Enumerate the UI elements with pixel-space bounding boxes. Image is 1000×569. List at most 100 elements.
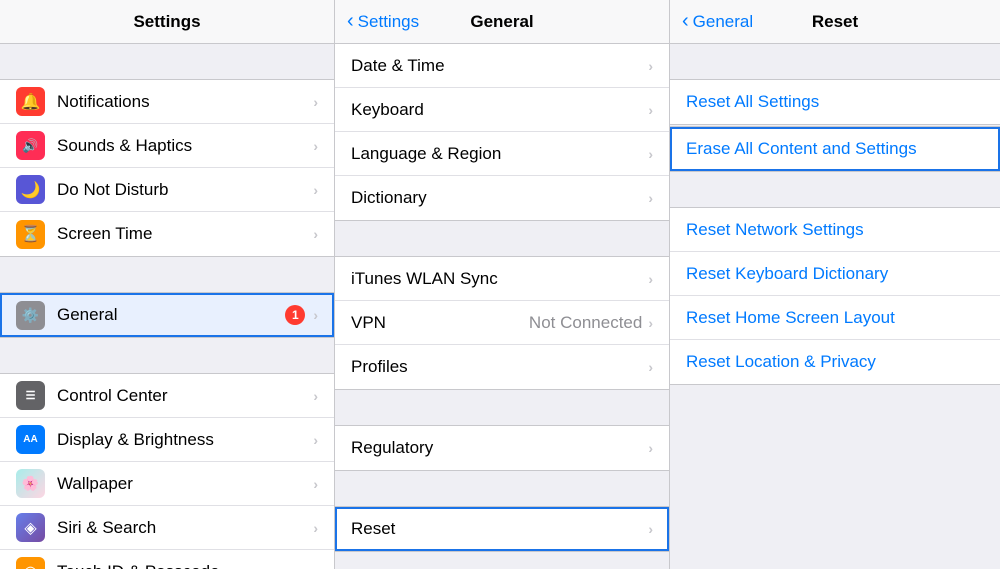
general-item-regulatory[interactable]: Regulatory › [335, 426, 669, 470]
wallpaper-label: Wallpaper [57, 474, 313, 494]
general-icon: ⚙️ [16, 301, 45, 330]
regulatory-label: Regulatory [351, 438, 648, 458]
general-item-keyboard[interactable]: Keyboard › [335, 88, 669, 132]
vpn-value: Not Connected [529, 313, 642, 333]
chevron-icon: › [648, 359, 653, 375]
reset-label: Reset [351, 519, 648, 539]
sidebar-item-wallpaper[interactable]: 🌸 Wallpaper › [0, 462, 334, 506]
displaybrightness-label: Display & Brightness [57, 430, 313, 450]
datetime-label: Date & Time [351, 56, 648, 76]
resethome-label: Reset Home Screen Layout [686, 308, 895, 328]
general-item-languageregion[interactable]: Language & Region › [335, 132, 669, 176]
reset-item-resetlocation[interactable]: Reset Location & Privacy [670, 340, 1000, 384]
dictionary-label: Dictionary [351, 188, 648, 208]
notifications-label: Notifications [57, 92, 313, 112]
general-back-button[interactable]: ‹ Settings [347, 10, 419, 33]
chevron-icon: › [648, 190, 653, 206]
resetall-label: Reset All Settings [686, 92, 819, 112]
controlcenter-icon: ☰ [16, 381, 45, 410]
general-item-reset[interactable]: Reset › [335, 507, 669, 551]
chevron-icon: › [313, 564, 318, 569]
sounds-icon: 🔊 [16, 131, 45, 160]
sidebar-item-controlcenter[interactable]: ☰ Control Center › [0, 374, 334, 418]
chevron-icon: › [313, 388, 318, 404]
reset-scroll: Reset All Settings Erase All Content and… [670, 44, 1000, 569]
reset-item-resetall[interactable]: Reset All Settings [670, 80, 1000, 124]
donotdisturb-icon: 🌙 [16, 175, 45, 204]
resetkeyboard-label: Reset Keyboard Dictionary [686, 264, 888, 284]
chevron-icon: › [313, 432, 318, 448]
reset-spacer2 [670, 172, 1000, 207]
general-item-profiles[interactable]: Profiles › [335, 345, 669, 389]
sidebar-item-siri[interactable]: ◈ Siri & Search › [0, 506, 334, 550]
sidebar-item-notifications[interactable]: 🔔 Notifications › [0, 80, 334, 124]
reset-item-resetnetwork[interactable]: Reset Network Settings [670, 208, 1000, 252]
general-item-dictionary[interactable]: Dictionary › [335, 176, 669, 220]
chevron-icon: › [313, 138, 318, 154]
chevron-icon: › [313, 182, 318, 198]
screentime-label: Screen Time [57, 224, 313, 244]
sidebar-item-touchid[interactable]: ◉ Touch ID & Passcode › [0, 550, 334, 569]
general-item-datetime[interactable]: Date & Time › [335, 44, 669, 88]
reset-spacer-top [670, 44, 1000, 79]
settings-column: Settings 🔔 Notifications › 🔊 Sounds & Ha… [0, 0, 335, 569]
back-arrow-icon: ‹ [682, 10, 689, 33]
general-scroll: Date & Time › Keyboard › Language & Regi… [335, 44, 669, 569]
touchid-icon: ◉ [16, 557, 45, 569]
general-item-ituneswlan[interactable]: iTunes WLAN Sync › [335, 257, 669, 301]
reset-back-label: General [693, 12, 753, 32]
chevron-icon: › [313, 476, 318, 492]
sidebar-item-donotdisturb[interactable]: 🌙 Do Not Disturb › [0, 168, 334, 212]
notifications-icon: 🔔 [16, 87, 45, 116]
spacer4 [335, 552, 669, 569]
back-arrow-icon: ‹ [347, 10, 354, 33]
general-navbar: ‹ Settings General [335, 0, 669, 44]
reset-back-button[interactable]: ‹ General [682, 10, 753, 33]
reset-item-resethome[interactable]: Reset Home Screen Layout [670, 296, 1000, 340]
chevron-icon: › [313, 226, 318, 242]
settings-title: Settings [133, 12, 200, 32]
settings-group2: ⚙️ General 1 › [0, 292, 334, 338]
settings-scroll: 🔔 Notifications › 🔊 Sounds & Haptics › 🌙… [0, 44, 334, 569]
general-column: ‹ Settings General Date & Time › Keyboar… [335, 0, 670, 569]
touchid-label: Touch ID & Passcode [57, 562, 313, 569]
reset-column: ‹ General Reset Reset All Settings Erase… [670, 0, 1000, 569]
reset-item-eraseall[interactable]: Erase All Content and Settings [670, 127, 1000, 171]
vpn-label: VPN [351, 313, 529, 333]
chevron-icon: › [648, 521, 653, 537]
languageregion-label: Language & Region [351, 144, 648, 164]
reset-group1: Reset All Settings [670, 79, 1000, 125]
sidebar-item-displaybrightness[interactable]: AA Display & Brightness › [0, 418, 334, 462]
general-label: General [57, 305, 285, 325]
sidebar-item-general[interactable]: ⚙️ General 1 › [0, 293, 334, 337]
ituneswlan-label: iTunes WLAN Sync [351, 269, 648, 289]
reset-group3: Reset Network Settings Reset Keyboard Di… [670, 207, 1000, 385]
eraseall-label: Erase All Content and Settings [686, 139, 917, 159]
chevron-icon: › [648, 146, 653, 162]
spacer3 [335, 471, 669, 506]
reset-navbar: ‹ General Reset [670, 0, 1000, 44]
reset-title: Reset [812, 12, 858, 32]
resetnetwork-label: Reset Network Settings [686, 220, 864, 240]
donotdisturb-label: Do Not Disturb [57, 180, 313, 200]
keyboard-label: Keyboard [351, 100, 648, 120]
general-back-label: Settings [358, 12, 419, 32]
reset-item-resetkeyboard[interactable]: Reset Keyboard Dictionary [670, 252, 1000, 296]
resetlocation-label: Reset Location & Privacy [686, 352, 876, 372]
general-group-top: Date & Time › Keyboard › Language & Regi… [335, 44, 669, 221]
chevron-icon: › [313, 94, 318, 110]
general-group-reset: Reset › [335, 506, 669, 552]
general-badge: 1 [285, 305, 305, 325]
chevron-icon: › [648, 102, 653, 118]
general-title: General [470, 12, 533, 32]
sidebar-item-screentime[interactable]: ⏳ Screen Time › [0, 212, 334, 256]
settings-group1: 🔔 Notifications › 🔊 Sounds & Haptics › 🌙… [0, 79, 334, 257]
siri-label: Siri & Search [57, 518, 313, 538]
general-item-vpn[interactable]: VPN Not Connected › [335, 301, 669, 345]
chevron-icon: › [648, 315, 653, 331]
screentime-icon: ⏳ [16, 220, 45, 249]
displaybrightness-icon: AA [16, 425, 45, 454]
chevron-icon: › [313, 307, 318, 323]
reset-group2: Erase All Content and Settings [670, 126, 1000, 172]
sidebar-item-sounds[interactable]: 🔊 Sounds & Haptics › [0, 124, 334, 168]
